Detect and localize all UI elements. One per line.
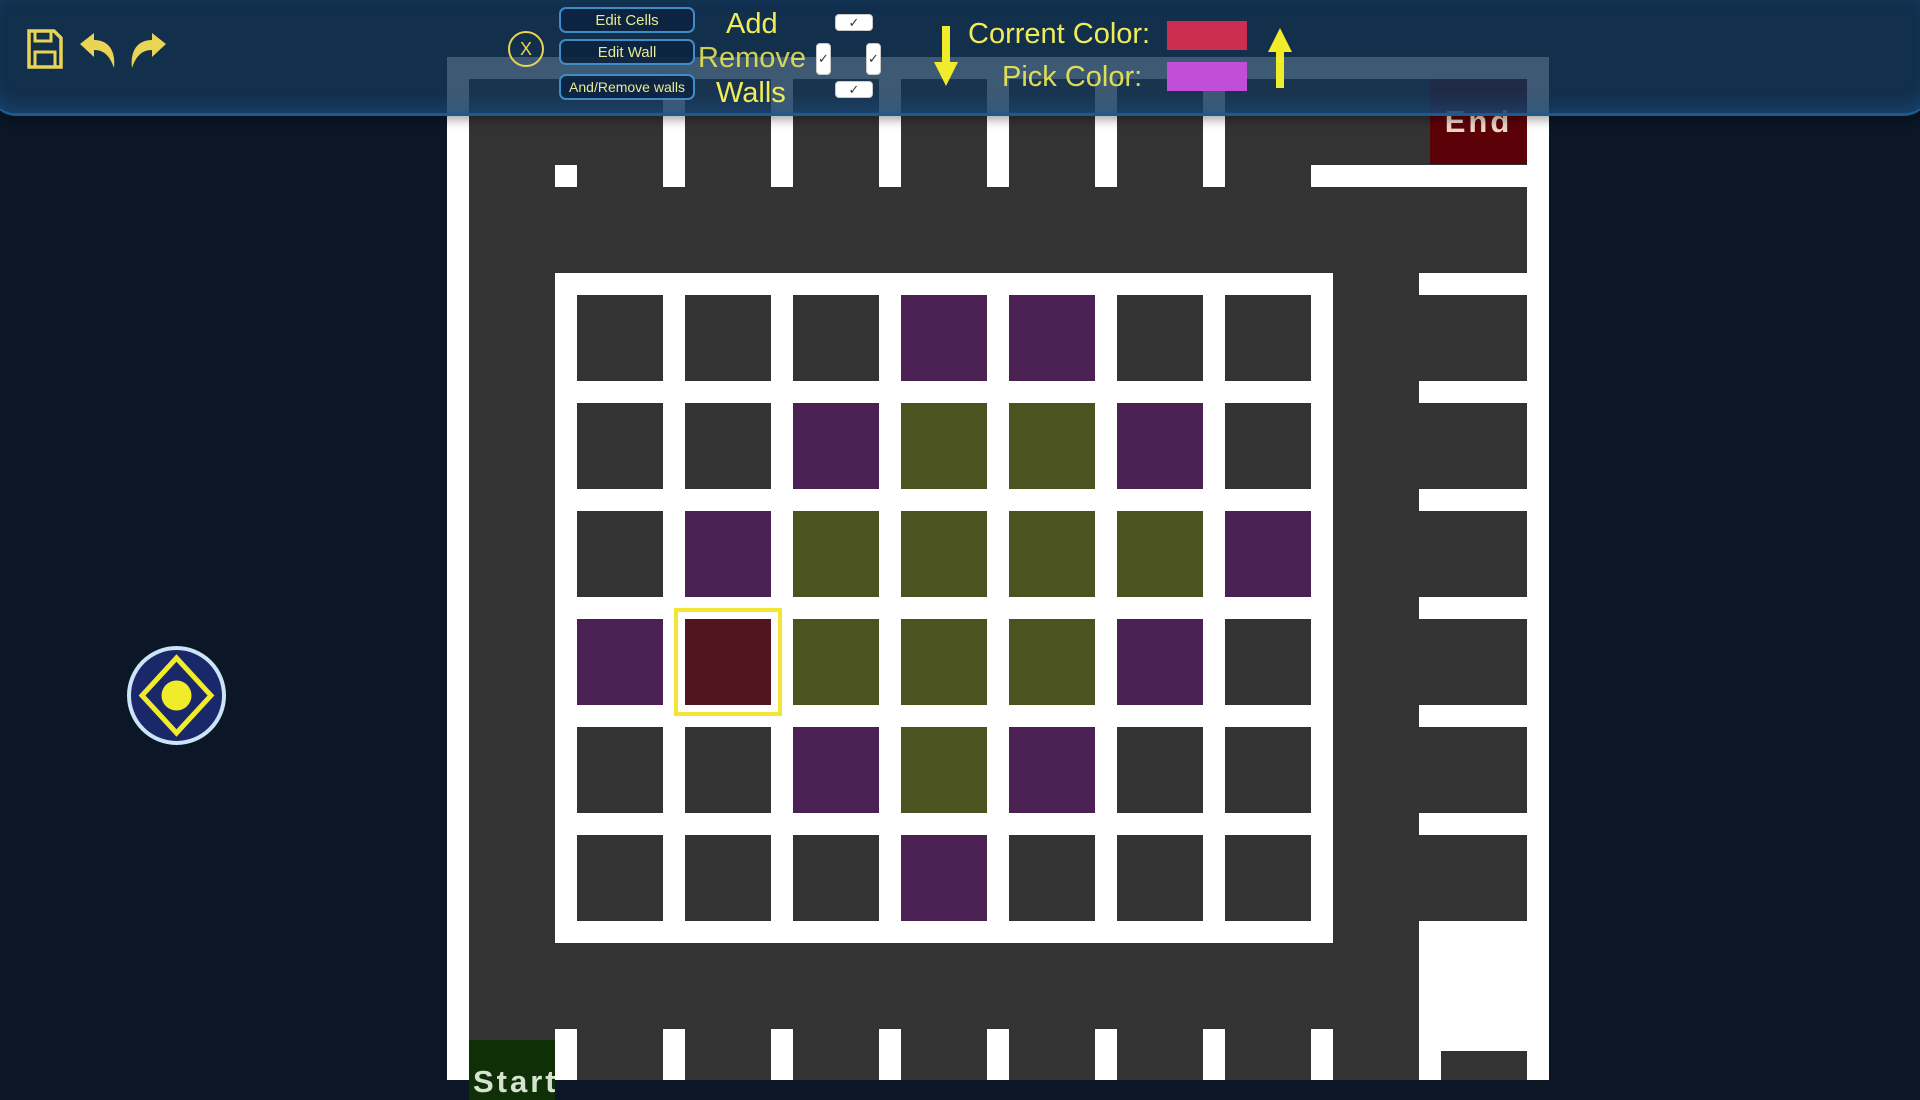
grid-cell[interactable] [1117, 727, 1203, 813]
grid-cell[interactable] [1009, 511, 1095, 597]
grid-cell[interactable] [1225, 619, 1311, 705]
add-checkbox[interactable]: ✓ [835, 14, 873, 31]
maze-block [1419, 295, 1527, 381]
grid-cell[interactable] [577, 511, 663, 597]
grid-cell[interactable] [793, 403, 879, 489]
maze-block [901, 1029, 987, 1080]
grid-cell[interactable] [1009, 835, 1095, 921]
joystick-arrows-icon [138, 654, 215, 737]
add-remove-walls-button[interactable]: And/Remove walls [559, 74, 695, 100]
maze-block [1225, 1029, 1311, 1080]
remove-checkbox-right[interactable]: ✓ [866, 43, 881, 75]
maze-block [793, 1029, 879, 1080]
grid-cell[interactable] [793, 835, 879, 921]
maze-block [1419, 835, 1527, 921]
maze-block [469, 157, 555, 187]
grid-cell[interactable] [685, 403, 771, 489]
grid-cell[interactable] [793, 727, 879, 813]
move-joystick-icon[interactable] [127, 646, 226, 745]
redo-icon[interactable] [126, 30, 170, 70]
pick-color-swatch[interactable] [1167, 62, 1247, 91]
grid-cell[interactable] [901, 727, 987, 813]
current-color-label: Corrent Color: [968, 18, 1151, 50]
editor-toolbar [0, 0, 1920, 116]
undo-icon[interactable] [76, 30, 120, 70]
grid-cell[interactable] [685, 727, 771, 813]
grid-cell[interactable] [1117, 511, 1203, 597]
grid-cell[interactable] [577, 727, 663, 813]
grid-cell[interactable] [793, 511, 879, 597]
maze-block [1441, 1051, 1527, 1080]
grid-cell[interactable] [1009, 295, 1095, 381]
maze-block [1419, 619, 1527, 705]
maze-block [1419, 187, 1527, 273]
grid-cell[interactable] [901, 403, 987, 489]
grid-cell[interactable] [577, 295, 663, 381]
current-color-swatch[interactable] [1167, 21, 1247, 50]
grid-cell[interactable] [1117, 295, 1203, 381]
grid-cell[interactable] [1225, 295, 1311, 381]
grid-cell[interactable] [685, 511, 771, 597]
grid-cell[interactable] [1225, 511, 1311, 597]
grid-cell[interactable] [793, 619, 879, 705]
edit-wall-button[interactable]: Edit Wall [559, 39, 695, 65]
pick-color-label: Pick Color: [1002, 61, 1143, 93]
grid-cell[interactable] [901, 295, 987, 381]
maze-corridor [469, 943, 1419, 1029]
grid-cell[interactable] [577, 619, 663, 705]
grid-cell[interactable] [1009, 727, 1095, 813]
grid-cell[interactable] [685, 295, 771, 381]
grid-cell[interactable] [901, 511, 987, 597]
walls-label: Walls [716, 77, 786, 109]
grid-cell[interactable] [1225, 727, 1311, 813]
maze-block [1419, 403, 1527, 489]
grid-cell[interactable] [1117, 619, 1203, 705]
edit-cells-button[interactable]: Edit Cells [559, 7, 695, 33]
maze-block [577, 1029, 663, 1080]
maze-block [1419, 511, 1527, 597]
grid-cell-selected[interactable] [674, 608, 782, 716]
remove-label: Remove [698, 42, 806, 74]
maze-block [685, 1029, 771, 1080]
maze-block [1419, 727, 1527, 813]
remove-checkbox-left[interactable]: ✓ [816, 43, 831, 75]
arrow-down-icon[interactable] [933, 26, 959, 88]
grid-cell[interactable] [1117, 403, 1203, 489]
grid-cell[interactable] [1117, 835, 1203, 921]
walls-checkbox[interactable]: ✓ [835, 81, 873, 98]
maze-block [1009, 1029, 1095, 1080]
maze-block [1117, 1029, 1203, 1080]
grid-cell[interactable] [1009, 403, 1095, 489]
grid-cell[interactable] [901, 619, 987, 705]
grid-cell[interactable] [901, 835, 987, 921]
grid-cell[interactable] [685, 835, 771, 921]
arrow-up-icon[interactable] [1267, 26, 1293, 88]
grid-cell[interactable] [577, 403, 663, 489]
save-icon[interactable] [26, 28, 64, 70]
add-label: Add [726, 8, 778, 40]
grid-cell[interactable] [1225, 835, 1311, 921]
grid-cell[interactable] [577, 835, 663, 921]
grid-cell[interactable] [1225, 403, 1311, 489]
close-button[interactable]: X [508, 31, 544, 67]
grid-cell[interactable] [1009, 619, 1095, 705]
start-cell: Start [469, 1040, 555, 1100]
maze-block [1333, 1051, 1419, 1080]
grid-cell[interactable] [793, 295, 879, 381]
